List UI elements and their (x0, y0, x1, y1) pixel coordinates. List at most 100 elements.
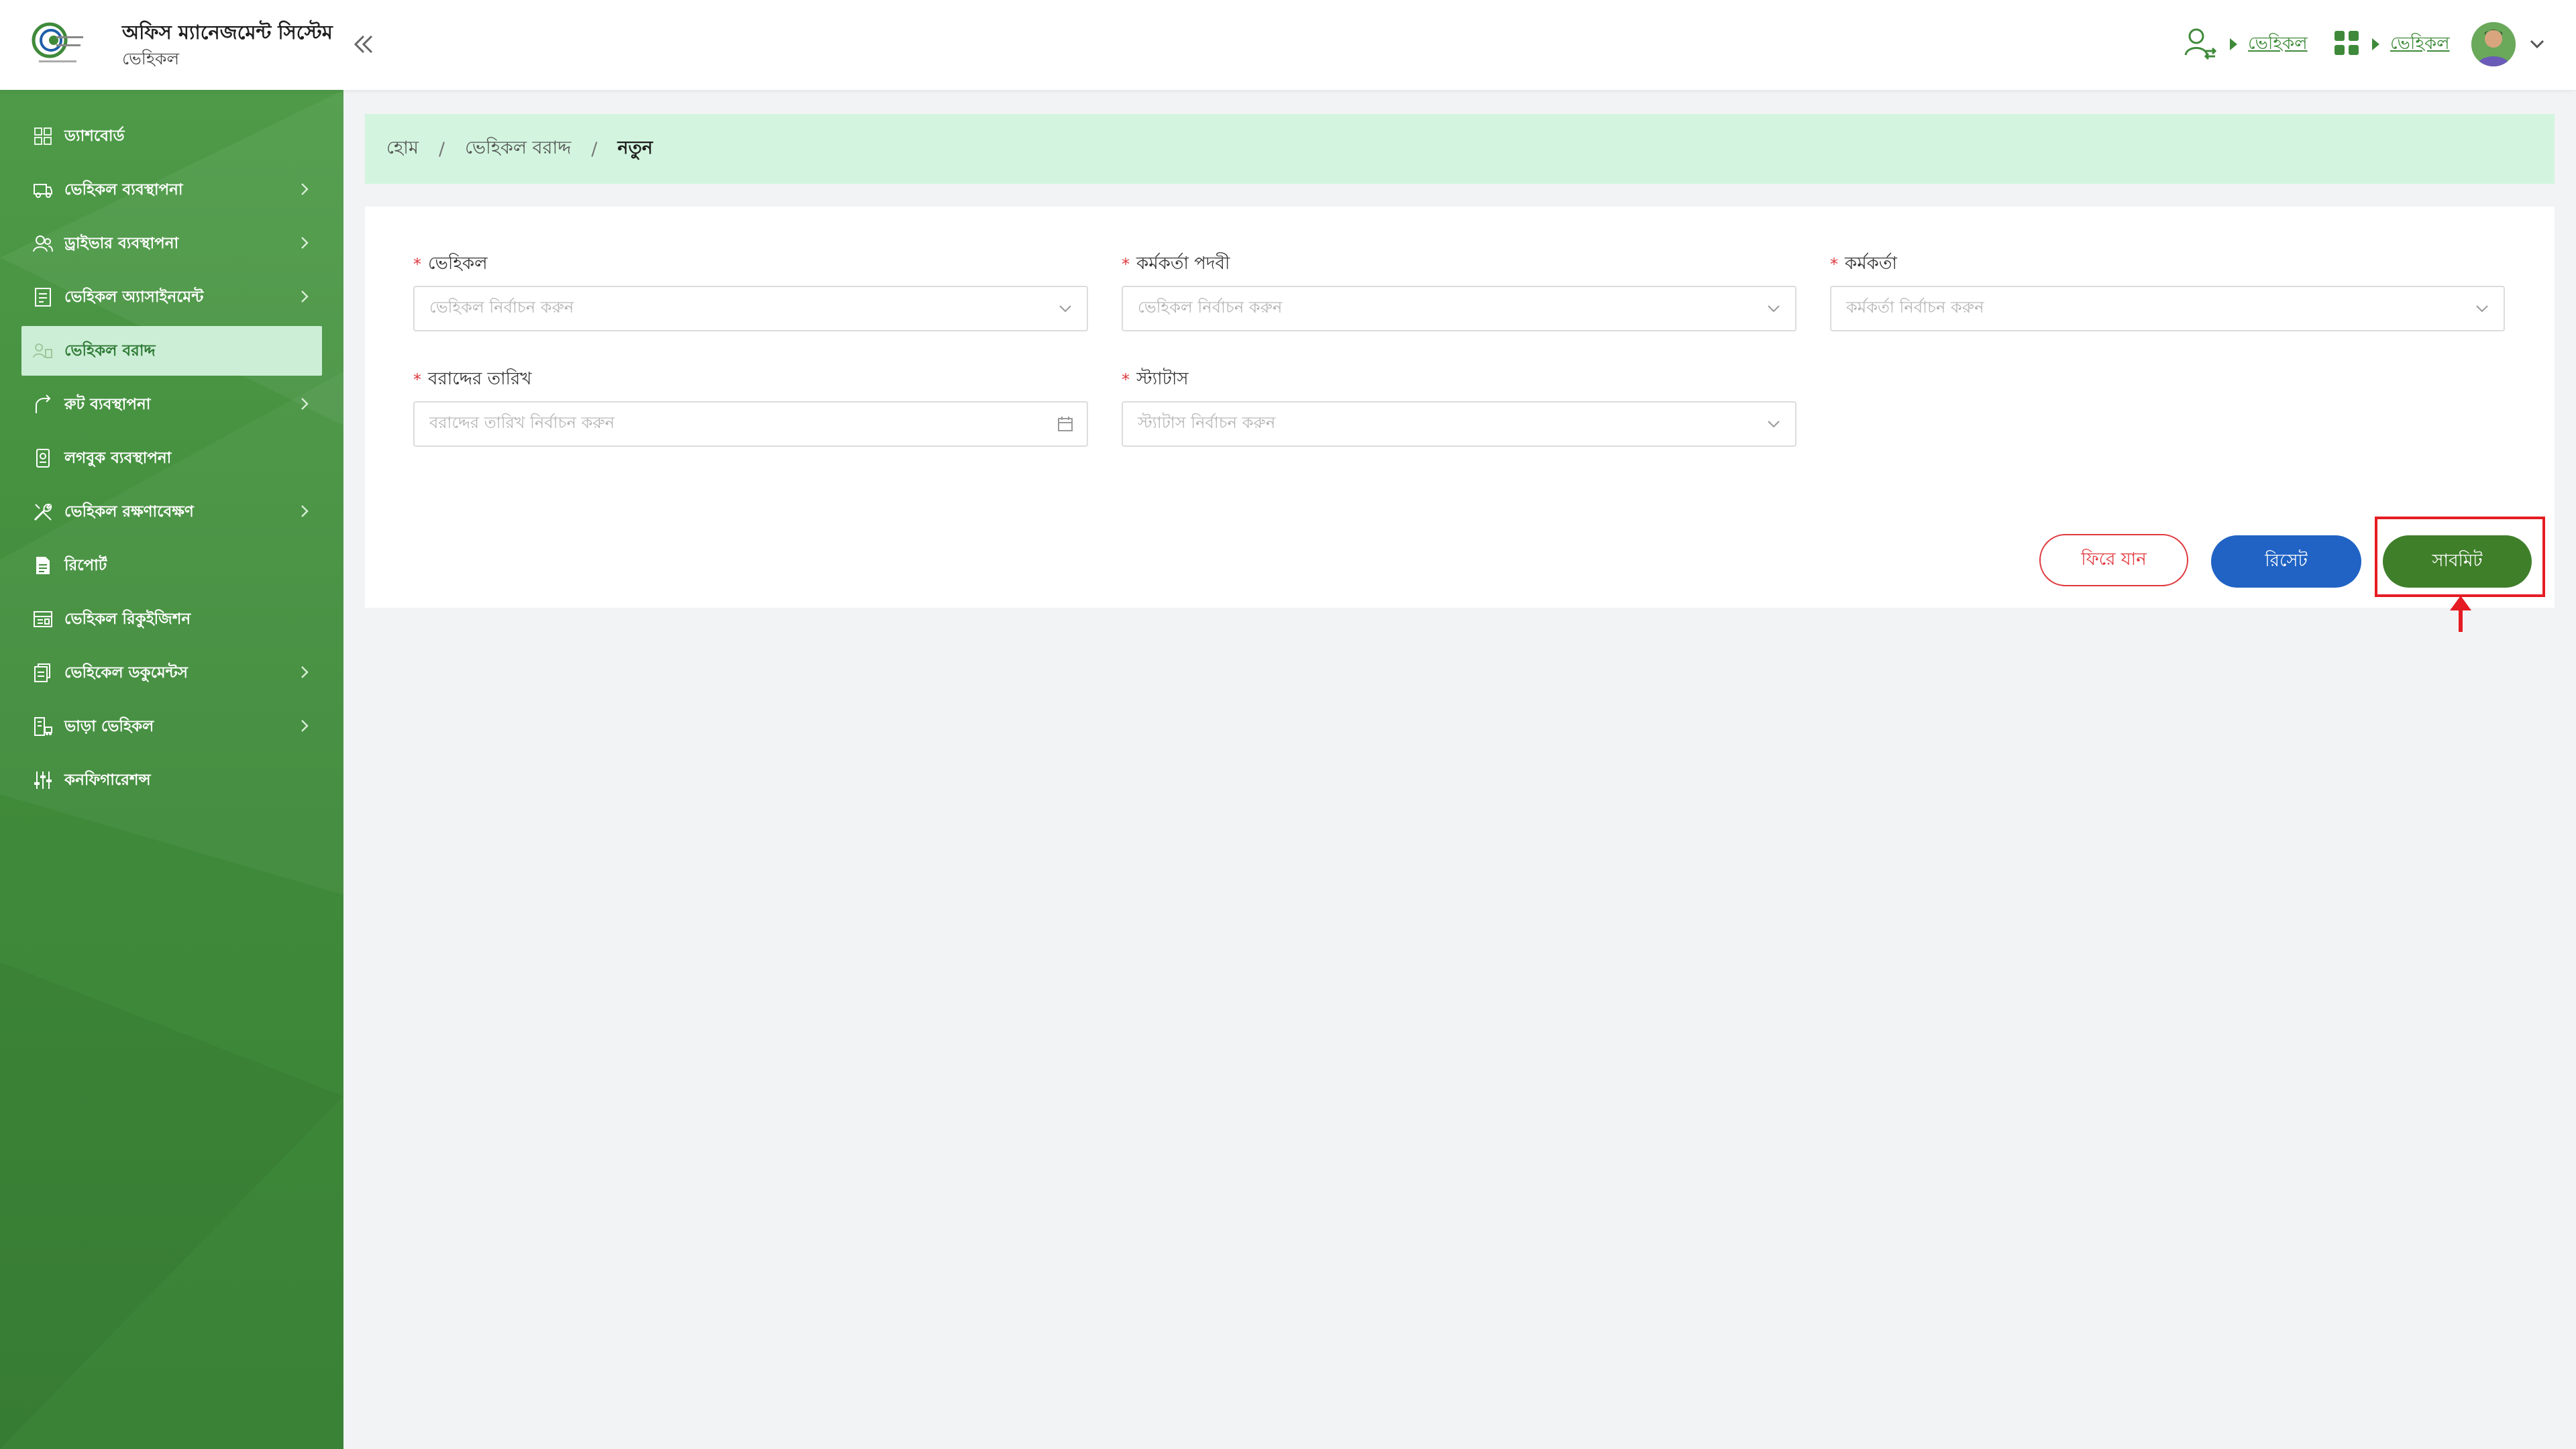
officer-designation-field: * কর্মকর্তা পদবী ভেহিকল নির্বাচন করুন (1122, 251, 1796, 331)
caret-right-icon (2372, 38, 2379, 50)
sidebar-item-label: রুট ব্যবস্থাপনা (64, 395, 151, 413)
sidebar-item-vehicle-maintenance[interactable]: ভেহিকল রক্ষণাবেক্ষণ (21, 487, 322, 537)
avatar[interactable] (2471, 22, 2516, 66)
officer-designation-placeholder: ভেহিকল নির্বাচন করুন (1138, 298, 1283, 317)
configuration-icon (31, 768, 55, 792)
chevron-down-icon (2474, 301, 2490, 319)
chevron-right-icon (299, 235, 310, 255)
logbook-icon (31, 446, 55, 470)
chevron-down-icon (1766, 301, 1782, 319)
caret-right-icon (2230, 38, 2237, 50)
sidebar: ড্যাশবোর্ড ভেহিকল ব্যবস্থাপনা ড্রাইভার ব… (0, 90, 343, 1449)
sidebar-item-label: লগবুক ব্যবস্থাপনা (64, 449, 172, 467)
allocation-icon (31, 339, 55, 363)
breadcrumb: হোম / ভেহিকল বরাদ্দ / নতুন (365, 114, 2555, 184)
top-header: অফিস ম্যানেজমেন্ট সিস্টেম ভেহিকল ভেহিকল (0, 0, 2576, 90)
status-select[interactable]: স্ট্যাটাস নির্বাচন করুন (1122, 401, 1796, 447)
chevron-right-icon (299, 396, 310, 416)
app-logo (30, 20, 95, 70)
status-label: স্ট্যাটাস (1136, 369, 1189, 389)
chevron-down-icon (1766, 416, 1782, 435)
sidebar-item-label: ভেহিকল অ্যাসাইনমেন্ট (64, 288, 204, 306)
allocation-date-picker[interactable]: বরাদ্দের তারিখ নির্বাচন করুন (413, 401, 1088, 447)
vehicle-select-placeholder: ভেহিকল নির্বাচন করুন (429, 298, 574, 317)
sidebar-item-vehicle-requisition[interactable]: ভেহিকল রিকুইজিশন (21, 594, 322, 644)
sidebar-item-label: ভেহিকল বরাদ্দ (64, 341, 156, 360)
sidebar-item-label: ভেহিকল ব্যবস্থাপনা (64, 180, 183, 199)
allocation-date-placeholder: বরাদ্দের তারিখ নির্বাচন করুন (429, 413, 615, 432)
sidebar-item-vehicle-management[interactable]: ভেহিকল ব্যবস্থাপনা (21, 165, 322, 215)
sidebar-item-report[interactable]: রিপোর্ট (21, 541, 322, 590)
calendar-icon (1057, 416, 1073, 435)
reset-button[interactable]: রিসেট (2211, 535, 2361, 588)
sidebar-item-label: ভেহিকল রক্ষণাবেক্ষণ (64, 502, 194, 521)
arrow-up-icon (2449, 596, 2473, 636)
vehicle-select[interactable]: ভেহিকল নির্বাচন করুন (413, 286, 1088, 331)
required-mark: * (1830, 255, 1838, 274)
chevron-right-icon (299, 288, 310, 309)
required-mark: * (1122, 255, 1130, 274)
sidebar-item-configurations[interactable]: কনফিগারেশন্স (21, 755, 322, 805)
apps-group: ভেহিকল (2333, 24, 2450, 64)
chevron-right-icon (299, 664, 310, 684)
app-subtitle: ভেহিকল (122, 49, 180, 68)
officer-label: কর্মকর্তা (1845, 254, 1897, 274)
officer-field: * কর্মকর্তা কর্মকর্তা নির্বাচন করুন (1830, 251, 2505, 331)
assignment-icon (31, 285, 55, 309)
chevron-right-icon (299, 181, 310, 201)
rental-vehicle-icon (31, 714, 55, 739)
sidebar-item-label: ভাড়া ভেহিকল (64, 717, 154, 735)
maintenance-icon (31, 500, 55, 524)
sidebar-item-logbook-management[interactable]: লগবুক ব্যবস্থাপনা (21, 433, 322, 483)
header-link-vehicle-2[interactable]: ভেহিকল (2390, 30, 2450, 59)
dashboard-icon (31, 124, 55, 148)
sidebar-item-vehicle-assignment[interactable]: ভেহিকল অ্যাসাইনমেন্ট (21, 272, 322, 322)
submit-highlight-box (2375, 517, 2545, 597)
required-mark: * (413, 370, 421, 389)
sidebar-item-label: ড্যাশবোর্ড (64, 127, 125, 145)
breadcrumb-separator: / (438, 138, 445, 160)
user-switch-group: ভেহিকল (2183, 24, 2308, 64)
vehicle-icon (31, 178, 55, 202)
sidebar-item-label: কনফিগারেশন্স (64, 771, 151, 789)
allocation-date-label: বরাদ্দের তারিখ (428, 369, 532, 389)
breadcrumb-separator: / (591, 138, 598, 160)
officer-select[interactable]: কর্মকর্তা নির্বাচন করুন (1830, 286, 2505, 331)
officer-select-placeholder: কর্মকর্তা নির্বাচন করুন (1846, 298, 1984, 317)
chevron-down-icon[interactable] (2529, 38, 2545, 54)
header-link-vehicle[interactable]: ভেহিকল (2248, 30, 2308, 59)
status-select-placeholder: স্ট্যাটাস নির্বাচন করুন (1138, 413, 1276, 432)
sidebar-item-rental-vehicle[interactable]: ভাড়া ভেহিকল (21, 702, 322, 751)
sidebar-menu: ড্যাশবোর্ড ভেহিকল ব্যবস্থাপনা ড্রাইভার ব… (21, 111, 322, 809)
back-button[interactable]: ফিরে যান (2039, 534, 2188, 586)
chevron-down-icon (1057, 301, 1073, 319)
chevron-right-icon (299, 718, 310, 738)
status-field: * স্ট্যাটাস স্ট্যাটাস নির্বাচন করুন (1122, 366, 1796, 447)
breadcrumb-home[interactable]: হোম (386, 134, 419, 164)
required-mark: * (413, 255, 421, 274)
breadcrumb-section[interactable]: ভেহিকল বরাদ্দ (465, 134, 571, 164)
vehicle-field: * ভেহিকল ভেহিকল নির্বাচন করুন (413, 251, 1088, 331)
sidebar-item-label: ভেহিকেল ডকুমেন্টস (64, 663, 188, 682)
sidebar-item-dashboard[interactable]: ড্যাশবোর্ড (21, 111, 322, 161)
sidebar-item-label: ভেহিকল রিকুইজিশন (64, 610, 191, 628)
sidebar-item-label: রিপোর্ট (64, 556, 107, 574)
apps-grid-icon[interactable] (2333, 30, 2360, 59)
sidebar-item-route-management[interactable]: রুট ব্যবস্থাপনা (21, 380, 322, 429)
collapse-sidebar-icon[interactable] (349, 30, 378, 59)
officer-designation-select[interactable]: ভেহিকল নির্বাচন করুন (1122, 286, 1796, 331)
sidebar-item-driver-management[interactable]: ড্রাইভার ব্যবস্থাপনা (21, 219, 322, 268)
vehicle-label: ভেহিকল (428, 254, 488, 274)
user-switch-icon[interactable] (2183, 25, 2218, 63)
officer-designation-label: কর্মকর্তা পদবী (1136, 254, 1230, 274)
sidebar-item-vehicle-documents[interactable]: ভেহিকেল ডকুমেন্টস (21, 648, 322, 698)
requisition-icon (31, 607, 55, 631)
sidebar-item-vehicle-allocation[interactable]: ভেহিকল বরাদ্দ (21, 326, 322, 376)
route-icon (31, 392, 55, 417)
chevron-right-icon (299, 503, 310, 523)
allocation-date-field: * বরাদ্দের তারিখ বরাদ্দের তারিখ নির্বাচন… (413, 366, 1088, 447)
documents-icon (31, 661, 55, 685)
sidebar-item-label: ড্রাইভার ব্যবস্থাপনা (64, 234, 179, 252)
report-icon (31, 553, 55, 578)
required-mark: * (1122, 370, 1130, 389)
